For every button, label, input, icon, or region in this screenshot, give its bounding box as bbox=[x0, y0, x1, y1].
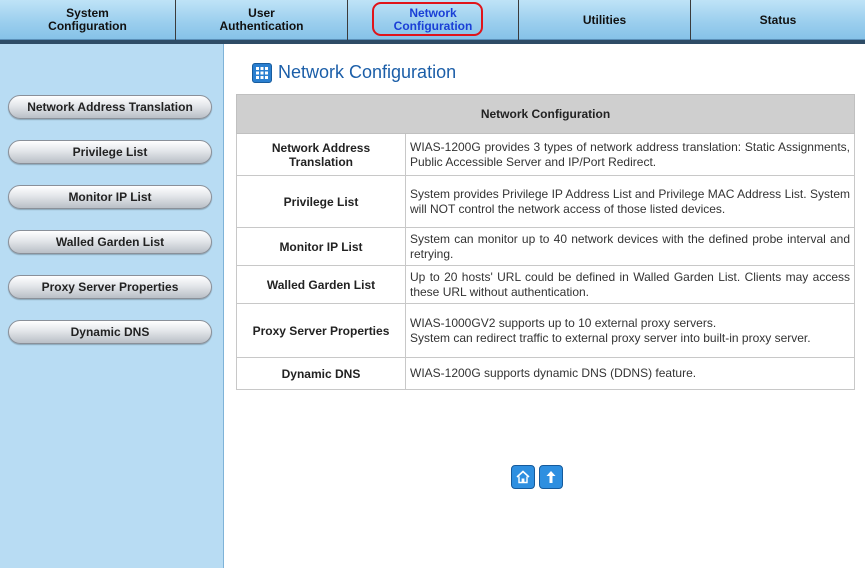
table-row: Dynamic DNS WIAS-1200G supports dynamic … bbox=[236, 357, 855, 390]
tab-label: Utilities bbox=[582, 12, 627, 27]
row-name: Dynamic DNS bbox=[236, 357, 406, 390]
sidebar-item-network-address-translation[interactable]: Network Address Translation bbox=[8, 95, 212, 119]
tab-label-line1: Network bbox=[409, 6, 457, 20]
row-description: WIAS-1000GV2 supports up to 10 external … bbox=[405, 303, 855, 358]
grid-icon bbox=[252, 62, 272, 83]
page-title-text: Network Configuration bbox=[278, 62, 457, 82]
tab-status[interactable]: Status bbox=[691, 0, 865, 40]
row-description: WIAS-1200G supports dynamic DNS (DDNS) f… bbox=[405, 357, 855, 390]
row-name: Walled Garden List bbox=[236, 265, 406, 304]
arrow-up-icon[interactable] bbox=[539, 465, 563, 489]
row-name: Proxy Server Properties bbox=[236, 303, 406, 358]
table-row: Network Address Translation WIAS-1200G p… bbox=[236, 133, 855, 176]
table-row: Privilege List System provides Privilege… bbox=[236, 175, 855, 228]
row-description: Up to 20 hosts' URL could be defined in … bbox=[405, 265, 855, 304]
sidebar-item-walled-garden-list[interactable]: Walled Garden List bbox=[8, 230, 212, 254]
tab-user-authentication[interactable]: User Authentication bbox=[176, 0, 348, 40]
table-header: Network Configuration bbox=[236, 94, 855, 134]
page-title: Network Configuration bbox=[252, 62, 456, 83]
tab-network-configuration[interactable]: Network Configuration bbox=[348, 0, 519, 40]
sidebar-item-privilege-list[interactable]: Privilege List bbox=[8, 140, 212, 164]
tab-label: Status bbox=[759, 12, 797, 27]
table-row: Proxy Server Properties WIAS-1000GV2 sup… bbox=[236, 303, 855, 358]
tab-label-line2: Configuration bbox=[48, 19, 127, 33]
row-name: Privilege List bbox=[236, 175, 406, 228]
row-description-line: WIAS-1000GV2 supports up to 10 external … bbox=[410, 315, 717, 330]
sidebar-item-dynamic-dns[interactable]: Dynamic DNS bbox=[8, 320, 212, 344]
row-name: Network Address Translation bbox=[236, 133, 406, 176]
row-description: System can monitor up to 40 network devi… bbox=[405, 227, 855, 266]
home-icon[interactable] bbox=[511, 465, 535, 489]
row-description: System provides Privilege IP Address Lis… bbox=[405, 175, 855, 228]
row-description-line: System can redirect traffic to external … bbox=[410, 330, 811, 345]
network-configuration-table: Network Configuration Network Address Tr… bbox=[236, 94, 855, 390]
tab-label-line2: Authentication bbox=[219, 19, 304, 33]
sidebar: Network Address Translation Privilege Li… bbox=[0, 44, 224, 568]
row-description: WIAS-1200G provides 3 types of network a… bbox=[405, 133, 855, 176]
table-header-row: Network Configuration bbox=[236, 94, 855, 134]
tab-system-configuration[interactable]: System Configuration bbox=[0, 0, 176, 40]
tab-label-line2: Configuration bbox=[393, 19, 473, 33]
table-row: Walled Garden List Up to 20 hosts' URL c… bbox=[236, 265, 855, 304]
sidebar-item-proxy-server-properties[interactable]: Proxy Server Properties bbox=[8, 275, 212, 299]
main-content: Network Configuration Network Configurat… bbox=[224, 44, 865, 568]
top-navigation: System Configuration User Authentication N… bbox=[0, 0, 865, 40]
sidebar-item-monitor-ip-list[interactable]: Monitor IP List bbox=[8, 185, 212, 209]
tab-utilities[interactable]: Utilities bbox=[519, 0, 691, 40]
row-name: Monitor IP List bbox=[236, 227, 406, 266]
table-row: Monitor IP List System can monitor up to… bbox=[236, 227, 855, 266]
bottom-nav-icons bbox=[511, 465, 563, 489]
